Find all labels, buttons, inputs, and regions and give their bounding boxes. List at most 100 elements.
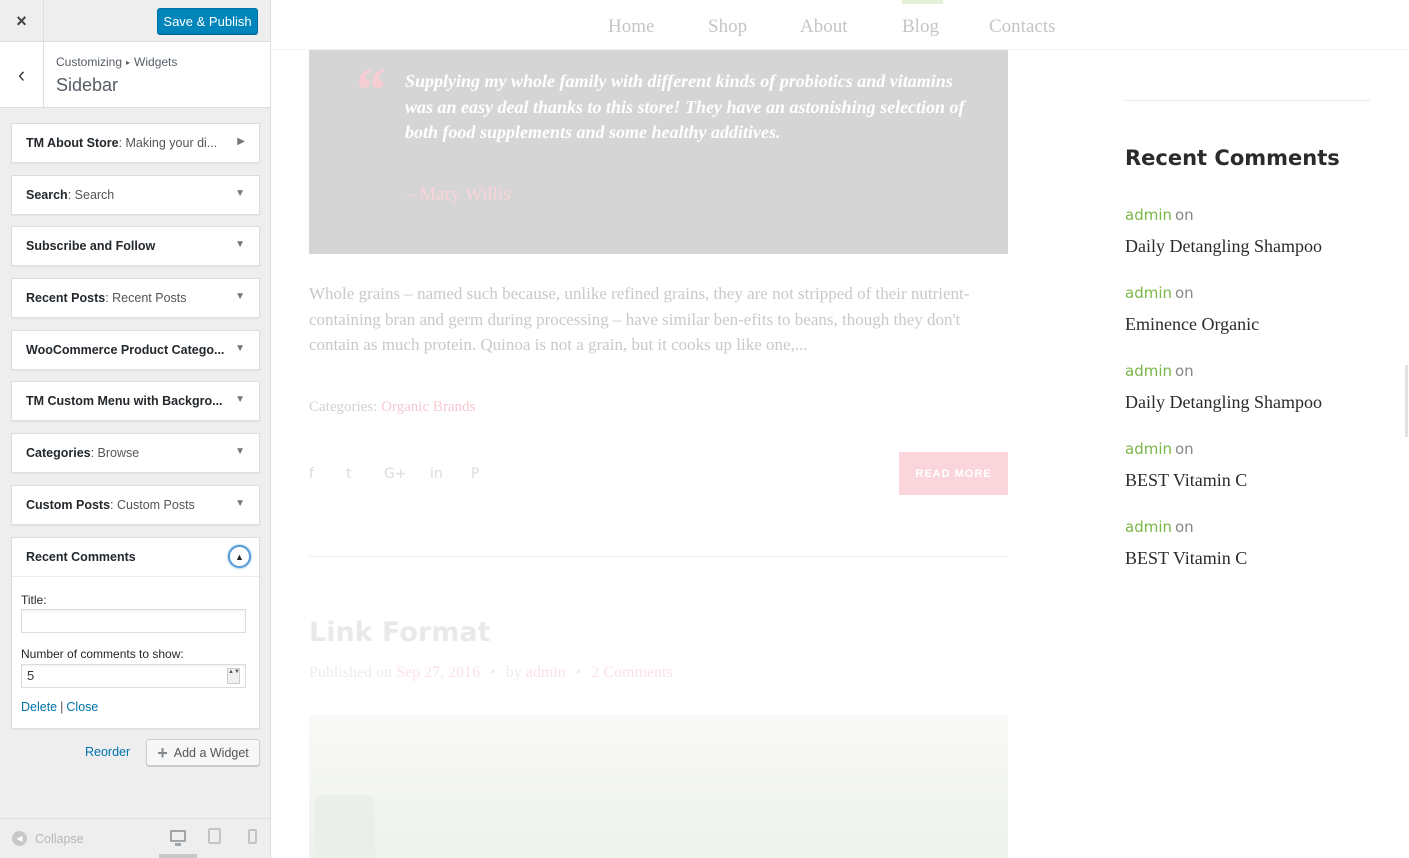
main-navigation: Home Shop About Blog Contacts bbox=[271, 0, 1409, 50]
arrow-down-icon[interactable]: ▼ bbox=[235, 239, 245, 250]
section-header: ‹ Customizing ▸ Widgets Sidebar bbox=[0, 42, 270, 108]
widget-search[interactable]: Search: Search ▼ bbox=[11, 175, 260, 215]
tablet-preview-icon[interactable] bbox=[208, 828, 221, 844]
nav-item-about[interactable]: About bbox=[800, 16, 848, 38]
active-nav-indicator bbox=[902, 0, 943, 4]
linkedin-icon[interactable]: in bbox=[430, 466, 443, 482]
widget-tm-about-store[interactable]: TM About Store: Making your di... ▶ bbox=[11, 123, 260, 163]
widget-actions: Delete | Close bbox=[21, 700, 98, 714]
separator: | bbox=[60, 700, 64, 714]
pinterest-icon[interactable]: P bbox=[471, 466, 479, 482]
active-device-indicator bbox=[159, 854, 197, 858]
widget-title: Categories: Browse bbox=[26, 446, 140, 460]
meta-dot: • bbox=[490, 664, 496, 681]
spinner-arrows-icon[interactable]: ▲▼ bbox=[227, 668, 240, 684]
quote-author: – Mary Willis bbox=[405, 184, 511, 205]
comment-post-link[interactable]: BEST Vitamin C bbox=[1125, 470, 1247, 491]
meta-by-label: by bbox=[505, 664, 522, 681]
widget-recent-comments-expanded: Recent Comments ▲ Title: Number of comme… bbox=[11, 537, 260, 729]
widget-title: Search: Search bbox=[26, 188, 115, 202]
widget-title: Subscribe and Follow bbox=[26, 239, 156, 253]
collapse-button[interactable]: ◀ Collapse bbox=[12, 831, 84, 846]
comment-author-link[interactable]: admin bbox=[1125, 362, 1172, 380]
meta-comments-link[interactable]: 2 Comments bbox=[591, 664, 672, 681]
widget-subscribe-follow[interactable]: Subscribe and Follow ▼ bbox=[11, 226, 260, 266]
categories-label: Categories: bbox=[309, 399, 378, 415]
comment-on: on bbox=[1175, 284, 1194, 302]
meta-date-link[interactable]: Sep 27, 2016 bbox=[396, 664, 480, 681]
comment-post-link[interactable]: Daily Detangling Shampoo bbox=[1125, 392, 1322, 413]
arrow-right-icon[interactable]: ▶ bbox=[237, 136, 245, 147]
nav-item-shop[interactable]: Shop bbox=[708, 16, 747, 38]
post-excerpt: Whole grains – named such because, unlik… bbox=[309, 284, 970, 354]
widget-recent-posts[interactable]: Recent Posts: Recent Posts ▼ bbox=[11, 278, 260, 318]
comment-on: on bbox=[1175, 440, 1194, 458]
close-icon[interactable]: × bbox=[0, 0, 44, 42]
twitter-icon[interactable]: t bbox=[346, 466, 352, 482]
save-publish-button[interactable]: Save & Publish bbox=[157, 8, 258, 34]
breadcrumb: Customizing ▸ Widgets bbox=[56, 55, 177, 69]
breadcrumb-current: Widgets bbox=[134, 55, 178, 69]
category-link[interactable]: Organic Brands bbox=[381, 399, 475, 415]
widget-tm-custom-menu[interactable]: TM Custom Menu with Backgro... ▼ bbox=[11, 381, 260, 421]
comment-count-input[interactable]: 5 ▲▼ bbox=[21, 664, 246, 688]
comment-author-link[interactable]: admin bbox=[1125, 206, 1172, 224]
widget-recent-comments-header[interactable]: Recent Comments ▲ bbox=[12, 538, 259, 577]
post-meta: Published on Sep 27, 2016 • by admin • 2… bbox=[309, 664, 673, 682]
read-more-button[interactable]: READ MORE bbox=[899, 452, 1008, 495]
google-plus-icon[interactable]: G+ bbox=[384, 466, 407, 482]
quote-text: Supplying my whole family with different… bbox=[405, 71, 965, 142]
site-preview: Home Shop About Blog Contacts “ Supplyin… bbox=[271, 0, 1409, 858]
widget-woocommerce-categories[interactable]: WooCommerce Product Catego... ▼ bbox=[11, 330, 260, 370]
meta-published-label: Published on bbox=[309, 664, 393, 681]
collapse-toggle-icon[interactable]: ▲ bbox=[228, 545, 251, 568]
sidebar-separator bbox=[1125, 100, 1370, 101]
add-widget-button[interactable]: + Add a Widget bbox=[146, 739, 260, 766]
comment-author-link[interactable]: admin bbox=[1125, 284, 1172, 302]
add-widget-label: Add a Widget bbox=[173, 745, 249, 760]
post-title[interactable]: Link Format bbox=[309, 617, 491, 648]
arrow-down-icon[interactable]: ▼ bbox=[235, 498, 245, 509]
arrow-down-icon[interactable]: ▼ bbox=[235, 343, 245, 354]
nav-item-home[interactable]: Home bbox=[608, 16, 654, 38]
comment-author: admin on bbox=[1125, 284, 1194, 302]
nav-item-blog[interactable]: Blog bbox=[902, 16, 939, 38]
back-arrow-icon[interactable]: ‹ bbox=[0, 42, 44, 107]
comment-post-link[interactable]: BEST Vitamin C bbox=[1125, 548, 1247, 569]
widget-categories[interactable]: Categories: Browse ▼ bbox=[11, 433, 260, 473]
title-input[interactable] bbox=[21, 609, 246, 633]
recent-comments-title: Recent Comments bbox=[1125, 146, 1340, 170]
customizer-panel: × Save & Publish ‹ Customizing ▸ Widgets S… bbox=[0, 0, 271, 858]
comment-author-link[interactable]: admin bbox=[1125, 518, 1172, 536]
collapse-label: Collapse bbox=[35, 831, 84, 846]
delete-link[interactable]: Delete bbox=[21, 700, 57, 714]
comment-on: on bbox=[1175, 518, 1194, 536]
widget-title: TM Custom Menu with Backgro... bbox=[26, 394, 223, 408]
arrow-down-icon[interactable]: ▼ bbox=[235, 291, 245, 302]
nav-item-contacts[interactable]: Contacts bbox=[989, 16, 1056, 38]
collapse-arrow-icon: ◀ bbox=[12, 831, 27, 846]
comment-author: admin on bbox=[1125, 362, 1194, 380]
comment-post-link[interactable]: Eminence Organic bbox=[1125, 314, 1259, 335]
comment-count-value: 5 bbox=[27, 668, 35, 683]
widget-custom-posts[interactable]: Custom Posts: Custom Posts ▼ bbox=[11, 485, 260, 525]
widget-title: Recent Comments bbox=[26, 550, 136, 564]
plus-icon: + bbox=[157, 742, 168, 763]
close-link[interactable]: Close bbox=[66, 700, 98, 714]
arrow-down-icon[interactable]: ▼ bbox=[235, 446, 245, 457]
comment-post-link[interactable]: Daily Detangling Shampoo bbox=[1125, 236, 1322, 257]
comment-on: on bbox=[1175, 206, 1194, 224]
desktop-preview-icon[interactable] bbox=[170, 830, 186, 846]
arrow-down-icon[interactable]: ▼ bbox=[235, 394, 245, 405]
mobile-preview-icon[interactable] bbox=[248, 829, 257, 844]
post-featured-image bbox=[309, 715, 1008, 858]
arrow-down-icon[interactable]: ▼ bbox=[235, 188, 245, 199]
meta-author-link[interactable]: admin bbox=[526, 664, 566, 681]
quote-mark-icon: “ bbox=[353, 54, 385, 125]
comment-author-link[interactable]: admin bbox=[1125, 440, 1172, 458]
post-divider bbox=[309, 556, 1008, 557]
preview-scrollbar[interactable] bbox=[1405, 365, 1408, 437]
reorder-link[interactable]: Reorder bbox=[85, 745, 130, 759]
breadcrumb-root: Customizing bbox=[56, 55, 123, 69]
facebook-icon[interactable]: f bbox=[309, 466, 314, 482]
